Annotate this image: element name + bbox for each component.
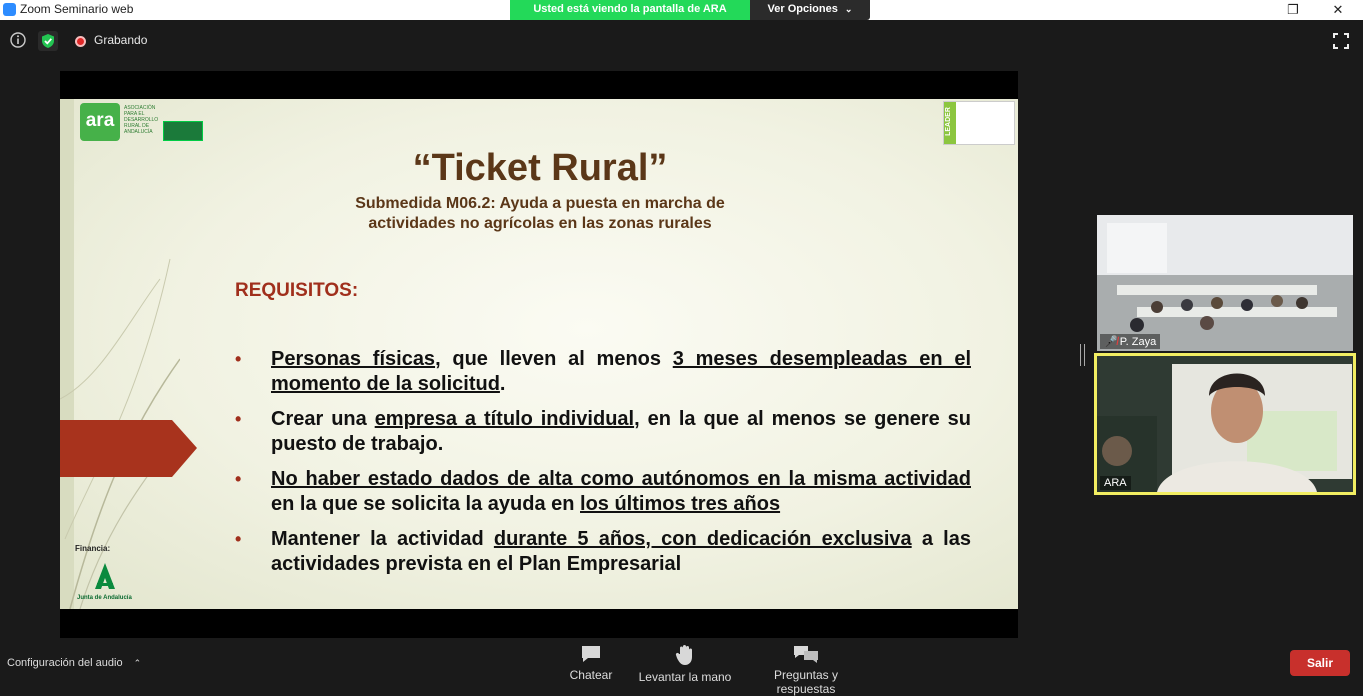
participant-video-tile[interactable]: 🎤̸ P. Zaya — [1097, 215, 1353, 351]
chevron-down-icon: ⌄ — [844, 4, 853, 14]
list-item: • No haber estado dados de alta como autó… — [235, 468, 971, 515]
requirements-list: • Personas físicas, que lleven al menos 3… — [235, 347, 971, 587]
screen-share-banner: Usted está viendo la pantalla de ARA Ver… — [510, 0, 870, 20]
chat-label: Chatear — [569, 668, 613, 682]
muted-mic-icon: 🎤̸ — [1104, 336, 1118, 348]
security-shield-icon[interactable] — [38, 31, 58, 51]
list-item: • Mantener la actividad durante 5 años, c… — [235, 528, 971, 575]
restore-window-button[interactable]: ❐ — [1278, 0, 1308, 20]
zoom-app-icon — [3, 3, 16, 16]
list-item: • Personas físicas, que lleven al menos 3… — [235, 348, 971, 395]
shared-screen: ara ASOCIACIÓN PARA EL DESARROLLO RURAL … — [60, 71, 1018, 638]
list-item: • Crear una empresa a título individual, … — [235, 408, 971, 455]
subtitle-line-2: actividades no agrícolas en las zonas ru… — [368, 215, 712, 232]
partner-logos — [163, 121, 203, 141]
ara-logo-text: ASOCIACIÓN PARA EL DESARROLLO RURAL DE A… — [124, 105, 159, 135]
participant-name: ARA — [1100, 476, 1131, 490]
qa-icon — [794, 646, 818, 663]
chat-icon — [582, 646, 600, 662]
section-heading: REQUISITOS: — [235, 280, 359, 301]
raise-hand-button[interactable]: Levantar la mano — [636, 644, 734, 684]
slide-decoration — [60, 99, 180, 609]
qa-label: Preguntas y respuestas — [773, 668, 839, 696]
exit-button[interactable]: Salir — [1290, 650, 1350, 676]
panel-resize-handle[interactable] — [1080, 344, 1085, 366]
hand-icon — [675, 645, 692, 665]
presentation-slide: ara ASOCIACIÓN PARA EL DESARROLLO RURAL … — [60, 99, 1018, 609]
junta-andalucia-logo: Junta de Andalucía — [77, 563, 132, 601]
info-icon[interactable] — [9, 31, 27, 49]
audio-settings-label: Configuración del audio — [7, 657, 123, 669]
video-feed-room — [1097, 215, 1353, 351]
leader-logo: LEADER — [943, 101, 1015, 145]
junta-label: Junta de Andalucía — [77, 595, 132, 601]
recording-status: Grabando — [94, 33, 148, 47]
slide-red-tab — [60, 420, 197, 477]
fullscreen-icon[interactable] — [1333, 33, 1349, 49]
raise-hand-label: Levantar la mano — [638, 670, 732, 684]
video-feed-speaker — [1097, 356, 1353, 492]
financia-label: Financia: — [75, 544, 111, 553]
slide-subtitle: Submedida M06.2: Ayuda a puesta en march… — [300, 194, 780, 234]
view-options-label: Ver Opciones — [767, 3, 838, 15]
view-options-button[interactable]: Ver Opciones ⌄ — [750, 0, 870, 20]
chevron-up-icon: ⌃ — [133, 658, 142, 668]
leader-label: LEADER — [944, 107, 952, 136]
slide-title: “Ticket Rural” — [412, 147, 668, 189]
recording-icon — [75, 36, 86, 47]
participant-name: 🎤̸ P. Zaya — [1100, 334, 1161, 349]
audio-settings-button[interactable]: Configuración del audio ⌃ — [7, 657, 141, 669]
meeting-bottom-toolbar: Configuración del audio ⌃ Chatear Levant… — [0, 640, 1363, 696]
meeting-top-toolbar: Grabando — [0, 28, 1363, 54]
subtitle-line-1: Submedida M06.2: Ayuda a puesta en march… — [355, 195, 725, 212]
close-window-button[interactable]: ✕ — [1323, 0, 1353, 20]
chat-button[interactable]: Chatear — [562, 644, 620, 682]
active-speaker-video-tile[interactable]: ARA — [1094, 353, 1356, 495]
qa-button[interactable]: Preguntas y respuestas — [744, 644, 868, 696]
window-title: Zoom Seminario web — [20, 2, 134, 16]
viewing-screen-label: Usted está viendo la pantalla de ARA — [510, 0, 750, 20]
ara-logo: ara — [80, 103, 120, 141]
